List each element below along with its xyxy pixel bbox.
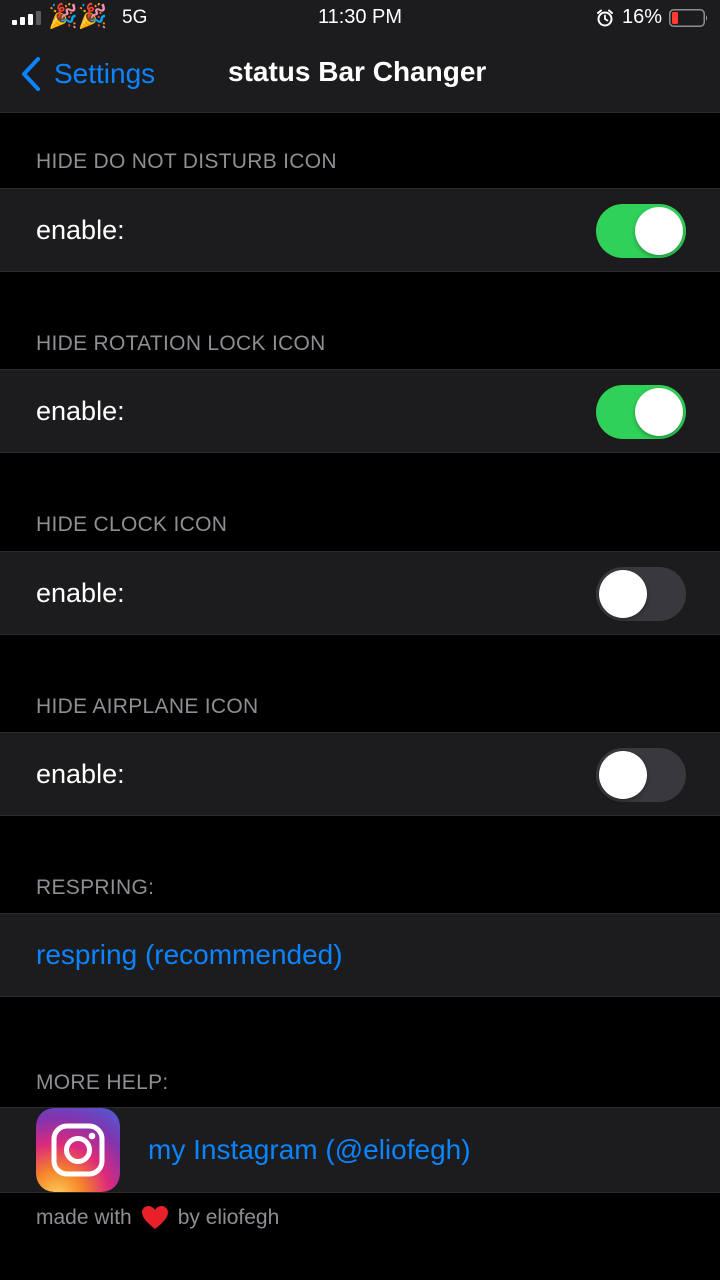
- section-header-clock: HIDE CLOCK ICON: [36, 513, 228, 536]
- back-button[interactable]: Settings: [20, 54, 155, 94]
- toggle-hide-clock[interactable]: [596, 567, 686, 621]
- cell-label: enable:: [36, 578, 125, 608]
- navigation-bar: Settings status Bar Changer: [0, 36, 720, 113]
- cell-airplane: enable:: [0, 732, 720, 816]
- back-label: Settings: [54, 58, 156, 89]
- toggle-hide-airplane[interactable]: [596, 748, 686, 802]
- instagram-icon: [36, 1108, 120, 1192]
- toggle-knob: [599, 751, 647, 799]
- battery-percent: 16%: [622, 6, 663, 28]
- section-header-respring: RESPRING:: [36, 876, 155, 899]
- page-title: status Bar Changer: [228, 56, 487, 87]
- section-header-airplane: HIDE AIRPLANE ICON: [36, 695, 259, 718]
- section-header-help: MORE HELP:: [36, 1071, 169, 1094]
- footer-prefix: made with: [36, 1206, 132, 1229]
- toggle-knob: [635, 207, 683, 255]
- toggle-hide-rotation[interactable]: [596, 385, 686, 439]
- toggle-hide-dnd[interactable]: [596, 204, 686, 258]
- cell-rotation: enable:: [0, 369, 720, 453]
- chevron-left-icon: [22, 57, 40, 91]
- battery-icon: [669, 9, 708, 27]
- instagram-link[interactable]: my Instagram (@eliofegh): [148, 1108, 471, 1192]
- cell-instagram[interactable]: my Instagram (@eliofegh): [0, 1107, 720, 1193]
- cell-clock: enable:: [0, 551, 720, 635]
- toggle-knob: [599, 570, 647, 618]
- cell-dnd: enable:: [0, 188, 720, 272]
- cell-label: enable:: [36, 215, 125, 245]
- cell-respring[interactable]: respring (recommended): [0, 913, 720, 997]
- status-bar: 🎉🎉 5G 11:30 PM 16%: [0, 0, 720, 36]
- section-header-rotation: HIDE ROTATION LOCK ICON: [36, 332, 326, 355]
- toggle-knob: [635, 388, 683, 436]
- section-header-dnd: HIDE DO NOT DISTURB ICON: [36, 150, 337, 173]
- heart-icon: [141, 1206, 168, 1229]
- cell-label: enable:: [36, 396, 125, 426]
- footer-credit: made with by eliofegh: [36, 1206, 279, 1230]
- cell-label: enable:: [36, 759, 125, 789]
- footer-suffix: by eliofegh: [177, 1206, 280, 1229]
- alarm-icon: [597, 9, 613, 27]
- respring-link[interactable]: respring (recommended): [36, 914, 343, 996]
